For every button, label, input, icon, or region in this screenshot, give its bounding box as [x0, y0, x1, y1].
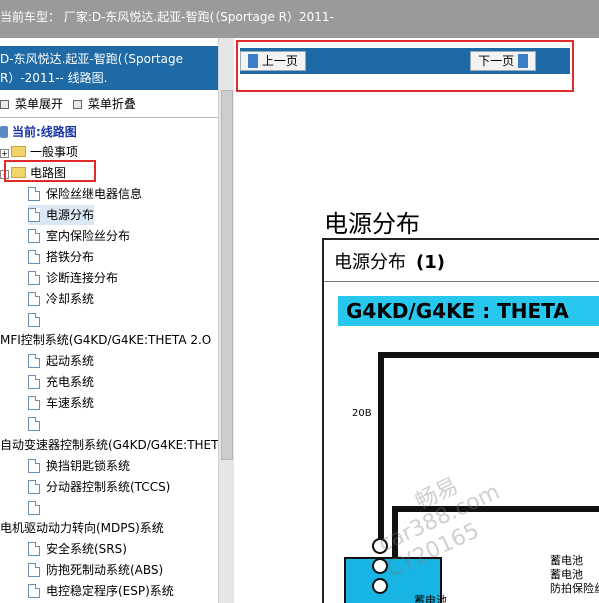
tree-leaf[interactable]: 安全系统(SRS): [28, 539, 127, 559]
tree-leaf[interactable]: [28, 310, 46, 330]
tree-node-at[interactable]: 自动变速器控制系统(G4KD/G4KE:THET: [0, 435, 218, 455]
top-bar: 当前车型： 厂家:D-东风悦达.起亚-智跑(（Sportage R）2011-: [0, 0, 599, 38]
collapse-all-button[interactable]: 菜单折叠: [72, 95, 136, 112]
document-icon: [28, 208, 40, 222]
tree-leaf[interactable]: 充电系统: [28, 372, 94, 392]
tree-leaf[interactable]: 搭铁分布: [28, 247, 94, 267]
tree-leaf[interactable]: 起动系统: [28, 351, 94, 371]
folder-icon: [11, 146, 26, 157]
vehicle-info: 当前车型： 厂家:D-东风悦达.起亚-智跑(（Sportage R）2011-: [0, 10, 334, 24]
left-panel: D-东风悦达.起亚-智跑(（Sportage R）-2011-- 线路图. 菜单…: [0, 38, 234, 603]
battery-label: 蓄电池: [414, 594, 447, 603]
wire: [378, 352, 599, 358]
tree-scrollbar[interactable]: [218, 38, 234, 603]
document-icon: [28, 313, 40, 327]
divider: [0, 117, 218, 118]
tree-header-line1: D-东风悦达.起亚-智跑(（Sportage: [0, 52, 183, 66]
wire: [378, 352, 384, 542]
document-icon: [28, 563, 40, 577]
expand-icon: [0, 100, 9, 109]
tree-current: 当前:线路图: [0, 122, 77, 142]
tree-header: D-东风悦达.起亚-智跑(（Sportage R）-2011-- 线路图.: [0, 46, 218, 90]
document-icon: [28, 459, 40, 473]
menu-actions: 菜单展开 菜单折叠: [0, 95, 136, 112]
page: 当前车型： 厂家:D-东风悦达.起亚-智跑(（Sportage R）2011- …: [0, 0, 599, 603]
document-icon: [28, 250, 40, 264]
document-icon: [28, 375, 40, 389]
document-icon: [28, 480, 40, 494]
tree-leaf[interactable]: 冷却系统: [28, 289, 94, 309]
tree-leaf[interactable]: 换挡钥匙锁系统: [28, 456, 130, 476]
scrollbar-thumb[interactable]: [221, 90, 233, 460]
tree-leaf[interactable]: [28, 498, 46, 518]
tree-leaf[interactable]: 防抱死制动系统(ABS): [28, 560, 163, 580]
wire-label: 20B: [352, 408, 372, 419]
document-icon: [28, 584, 40, 598]
tree-node-mfi[interactable]: MFI控制系统(G4KD/G4KE:THETA 2.O: [0, 330, 211, 350]
diagram-number: (1): [416, 252, 445, 273]
document-icon: [28, 187, 40, 201]
document-icon: [28, 271, 40, 285]
expand-toggle-icon[interactable]: +: [0, 149, 9, 158]
tree-leaf[interactable]: 保险丝继电器信息: [28, 184, 142, 204]
tree-node-general[interactable]: + 一般事项: [0, 142, 78, 162]
tree-leaf[interactable]: 诊断连接分布: [28, 268, 118, 288]
tree-leaf[interactable]: 电控稳定程序(ESP)系统: [28, 581, 174, 601]
tree-leaf[interactable]: 分动器控制系统(TCCS): [28, 477, 170, 497]
collapse-label: 菜单折叠: [87, 97, 136, 111]
document-icon: [28, 292, 40, 306]
document-icon: [28, 542, 40, 556]
battery-label: 防拍保险丝盒: [550, 582, 599, 595]
document-icon: [28, 417, 40, 431]
current-icon: [0, 126, 8, 138]
tree-leaf-selected[interactable]: 电源分布: [28, 205, 95, 225]
engine-banner: G4KD/G4KE : THETA: [338, 296, 599, 326]
content-panel: 上一页 下一页 电源分布 电源分布 (1) G4KD/G4KE : THETA 2…: [234, 38, 599, 603]
document-icon: [28, 354, 40, 368]
tree-leaf[interactable]: 室内保险丝分布: [28, 226, 130, 246]
tree-header-line2: R）-2011-- 线路图.: [0, 71, 108, 85]
tree-leaf[interactable]: [28, 414, 46, 434]
circuit-highlight-box: [4, 160, 96, 182]
document-icon: [28, 396, 40, 410]
collapse-icon: [72, 100, 82, 109]
nav-highlight-box: [236, 40, 574, 92]
connector-node: [372, 578, 388, 594]
tree-leaf[interactable]: 车速系统: [28, 393, 94, 413]
expand-all-button[interactable]: 菜单展开: [0, 95, 63, 112]
document-title: 电源分布: [324, 210, 420, 238]
diagram-header: 电源分布 (1): [324, 240, 599, 282]
diagram-title: 电源分布: [334, 252, 406, 273]
document-icon: [28, 501, 40, 515]
tree-node-mdps[interactable]: 电机驱动动力转向(MDPS)系统: [0, 518, 164, 538]
document-icon: [28, 229, 40, 243]
expand-label: 菜单展开: [15, 97, 64, 111]
